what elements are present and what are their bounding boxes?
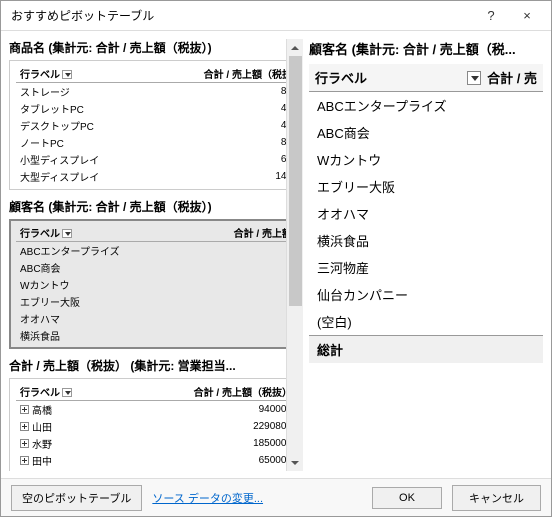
preview-table: 行ラベル 合計 / 売 ABCエンタープライズ ABC商会 Wカントウ エブリー…: [309, 64, 543, 363]
table-row: 水野1850000: [16, 435, 296, 452]
total-row: 総計: [309, 335, 543, 363]
table-row: 鈴木710000: [16, 469, 296, 471]
dialog-content: 商品名 (集計元: 合計 / 売上額（税抜）) 行ラベル 合計 / 売上額（税抜…: [1, 31, 551, 478]
table-row: 横浜食品: [16, 327, 296, 344]
dropdown-icon: [62, 70, 72, 79]
dialog-footer: 空のピボットテーブル ソース データの変更... OK キャンセル: [1, 478, 551, 516]
titlebar: おすすめピボットテーブル ? ×: [1, 1, 551, 31]
expand-icon: [20, 405, 29, 414]
dropdown-icon: [62, 388, 72, 397]
table-row: Wカントウ: [16, 276, 296, 293]
table-row: ABCエンタープライズ: [309, 92, 543, 119]
col-header: 合計 / 売上額: [189, 224, 296, 242]
row-label-header: 行ラベル: [315, 68, 367, 87]
table-row: オオハマ: [309, 200, 543, 227]
table-row: デスクトップPC45: [16, 117, 296, 134]
table-row: ノートPC80: [16, 134, 296, 151]
table-row: 横浜食品: [309, 227, 543, 254]
scroll-down-arrow[interactable]: [287, 454, 303, 471]
table-row: ABCエンタープライズ: [16, 242, 296, 260]
preview-2-selected[interactable]: 行ラベル 合計 / 売上額 ABCエンタープライズ ABC商会 Wカントウ エブ…: [9, 219, 303, 349]
preview1-header: 商品名 (集計元: 合計 / 売上額（税抜）): [9, 39, 303, 56]
scroll-up-arrow[interactable]: [287, 39, 303, 56]
help-button[interactable]: ?: [473, 2, 509, 30]
col-header: 行ラベル: [16, 383, 117, 401]
table-row: エブリー大阪: [16, 293, 296, 310]
dropdown-icon: [62, 229, 72, 238]
table-row: エブリー大阪: [309, 173, 543, 200]
preview-3[interactable]: 行ラベル 合計 / 売上額（税抜） 高橋940000 山田2290800 水野1…: [9, 378, 303, 471]
ok-button[interactable]: OK: [372, 487, 442, 509]
preview-1[interactable]: 行ラベル 合計 / 売上額（税抜 ストレージ80 タブレットPC48 デスクトッ…: [9, 60, 303, 190]
table-row: タブレットPC48: [16, 100, 296, 117]
col-header: 行ラベル: [16, 65, 149, 83]
change-source-link[interactable]: ソース データの変更...: [152, 490, 263, 506]
preview-table-header: 行ラベル 合計 / 売: [309, 64, 543, 92]
table-row: (空白): [309, 308, 543, 335]
value-header: 合計 / 売: [487, 68, 537, 87]
table-row: 三河物産: [309, 254, 543, 281]
expand-icon: [20, 456, 29, 465]
preview3-header: 合計 / 売上額（税抜） (集計元: 営業担当...: [9, 357, 303, 374]
blank-pivot-button[interactable]: 空のピボットテーブル: [11, 485, 142, 511]
table-row: ABC商会: [309, 119, 543, 146]
table-row: ストレージ80: [16, 83, 296, 101]
col-header: 合計 / 売上額（税抜）: [117, 383, 296, 401]
table-row: ABC商会: [16, 259, 296, 276]
dialog-title: おすすめピボットテーブル: [11, 7, 473, 24]
scrollbar-thumb[interactable]: [289, 56, 302, 306]
col-header: 合計 / 売上額（税抜: [149, 65, 296, 83]
preview-title: 顧客名 (集計元: 合計 / 売上額（税...: [309, 39, 543, 58]
col-header: 行ラベル: [16, 224, 189, 242]
scrollbar[interactable]: [286, 39, 303, 471]
expand-icon: [20, 439, 29, 448]
close-button[interactable]: ×: [509, 2, 545, 30]
preview2-header: 顧客名 (集計元: 合計 / 売上額（税抜）): [9, 198, 303, 215]
table-row: 田中650000: [16, 452, 296, 469]
table-row: 大型ディスプレイ140: [16, 168, 296, 185]
table-row: 山田2290800: [16, 418, 296, 435]
filter-dropdown-icon[interactable]: [467, 71, 481, 85]
table-row: 高橋940000: [16, 401, 296, 419]
table-row: オオハマ: [16, 310, 296, 327]
expand-icon: [20, 422, 29, 431]
cancel-button[interactable]: キャンセル: [452, 485, 541, 511]
recommended-pivot-dialog: おすすめピボットテーブル ? × 商品名 (集計元: 合計 / 売上額（税抜）)…: [0, 0, 552, 517]
preview-panel: 顧客名 (集計元: 合計 / 売上額（税... 行ラベル 合計 / 売 ABCエ…: [303, 31, 551, 478]
recommendation-list: 商品名 (集計元: 合計 / 売上額（税抜）) 行ラベル 合計 / 売上額（税抜…: [1, 31, 303, 478]
table-row: 小型ディスプレイ60: [16, 151, 296, 168]
table-row: Wカントウ: [309, 146, 543, 173]
table-row: 仙台カンパニー: [309, 281, 543, 308]
